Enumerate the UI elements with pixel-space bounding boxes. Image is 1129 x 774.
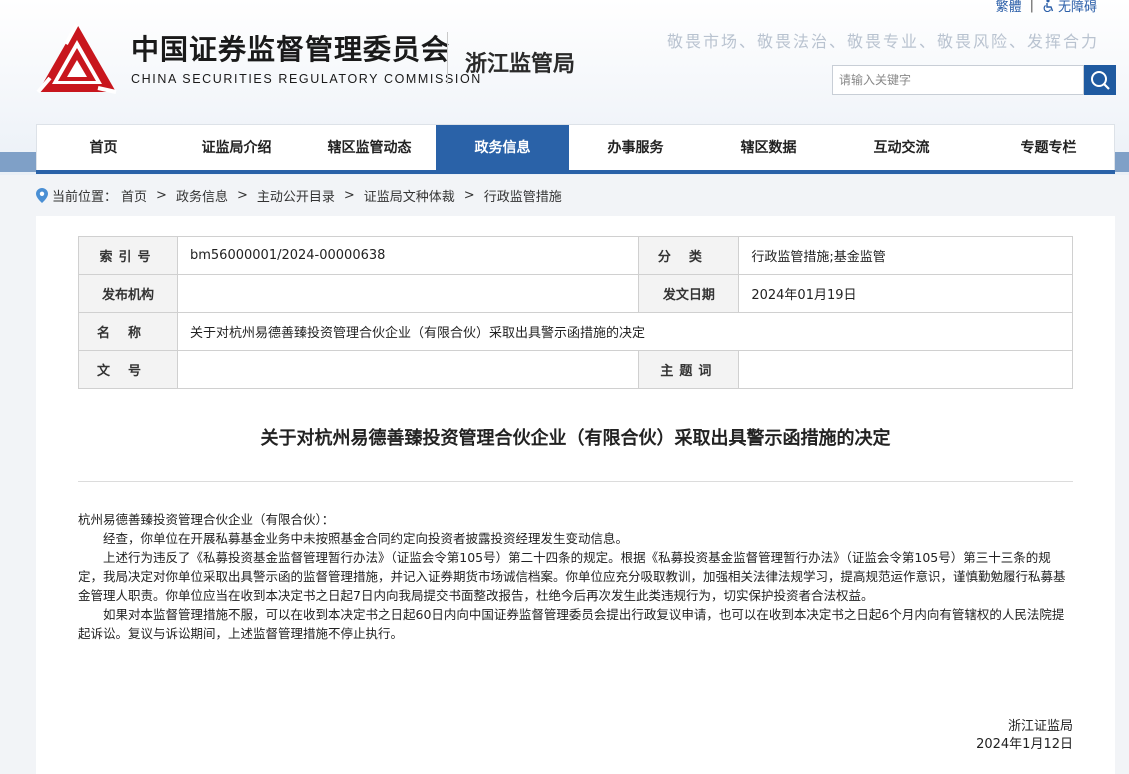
location-pin-icon (36, 188, 48, 203)
index-label: 索引号 (78, 236, 178, 275)
nav-regional-data[interactable]: 辖区数据 (702, 125, 835, 172)
breadcrumb-home[interactable]: 首页 (121, 186, 147, 205)
nav-home[interactable]: 首页 (37, 125, 170, 172)
org-name-cn: 中国证券监督管理委员会 (131, 33, 451, 66)
docno-value (176, 350, 640, 389)
title-divider (78, 481, 1073, 482)
bureau-name: 浙江监管局 (465, 52, 576, 77)
sign-date: 2024年1月12日 (976, 737, 1073, 752)
salutation: 杭州易德善臻投资管理合伙企业（有限合伙）： (78, 512, 335, 527)
table-row: 文号 主题词 (78, 350, 1073, 389)
top-links: 繁體 | 无障碍 (996, 0, 1097, 15)
search-button[interactable] (1084, 65, 1116, 95)
breadcrumb-separator: > (463, 188, 475, 203)
name-label: 名称 (78, 312, 178, 351)
paragraph: 上述行为违反了《私募投资基金监督管理暂行办法》（证监会令第105号）第二十四条的… (78, 550, 1066, 603)
slogan: 敬畏市场、敬畏法治、敬畏专业、敬畏风险、发挥合力 (666, 32, 1099, 51)
date-label: 发文日期 (638, 274, 740, 313)
breadcrumb-document-types[interactable]: 证监局文种体裁 (364, 186, 455, 205)
table-row: 发布机构 发文日期 2024年01月19日 (78, 274, 1073, 313)
document-title: 关于对杭州易德善臻投资管理合伙企业（有限合伙）采取出具警示函措施的决定 (260, 428, 891, 449)
paragraph: 经查，你单位在开展私募基金业务中未按照基金合同约定向投资者披露投资经理发生变动信… (103, 531, 629, 546)
signer: 浙江证监局 (1007, 719, 1073, 734)
keyword-value (738, 350, 1073, 389)
table-row: 名称 关于对杭州易德善臻投资管理合伙企业（有限合伙）采取出具警示函措施的决定 (78, 312, 1073, 351)
main-nav: 首页 证监局介绍 辖区监管动态 政务信息 办事服务 辖区数据 互动交流 专题专栏 (36, 124, 1115, 172)
docno-label: 文号 (78, 350, 178, 389)
document-body: 杭州易德善臻投资管理合伙企业（有限合伙）： 经查，你单位在开展私募基金业务中未按… (78, 510, 1073, 643)
traditional-chinese-link[interactable]: 繁體 (996, 0, 1022, 15)
keyword-label: 主题词 (638, 350, 740, 389)
header-divider (447, 32, 448, 84)
accessibility-label: 无障碍 (1057, 0, 1097, 15)
accessibility-icon (1043, 0, 1054, 12)
signature-block: 浙江证监局 2024年1月12日 (976, 718, 1073, 754)
nav-regulatory-news[interactable]: 辖区监管动态 (303, 125, 436, 172)
category-value: 行政监管措施;基金监管 (738, 236, 1073, 275)
name-value: 关于对杭州易德善臻投资管理合伙企业（有限合伙）采取出具警示函措施的决定 (177, 312, 1073, 351)
nav-interaction[interactable]: 互动交流 (835, 125, 968, 172)
breadcrumb-separator: > (236, 188, 248, 203)
breadcrumb-separator: > (343, 188, 355, 203)
breadcrumb-separator: > (156, 188, 167, 203)
search-icon (1091, 71, 1110, 90)
table-row: 索引号 bm56000001/2024-00000638 分类 行政监管措施;基… (78, 236, 1073, 275)
nav-special-topics[interactable]: 专题专栏 (982, 125, 1115, 172)
nav-underline (36, 170, 1115, 174)
breadcrumb: 当前位置： 首页 > 政务信息 > 主动公开目录 > 证监局文种体裁 > 行政监… (36, 186, 562, 205)
search-input[interactable] (832, 65, 1084, 95)
org-name-en: CHINA SECURITIES REGULATORY COMMISSION (131, 72, 482, 86)
category-label: 分类 (638, 236, 740, 275)
publisher-value (176, 274, 640, 313)
breadcrumb-admin-measures[interactable]: 行政监管措施 (484, 186, 562, 205)
date-value: 2024年01月19日 (738, 274, 1073, 313)
breadcrumb-disclosure-catalog[interactable]: 主动公开目录 (257, 186, 335, 205)
breadcrumb-prefix: 当前位置： (52, 190, 118, 205)
breadcrumb-government-info[interactable]: 政务信息 (176, 186, 228, 205)
nav-government-info[interactable]: 政务信息 (436, 125, 569, 172)
nav-bureau-intro[interactable]: 证监局介绍 (170, 125, 303, 172)
index-value: bm56000001/2024-00000638 (176, 236, 640, 275)
paragraph: 如果对本监督管理措施不服，可以在收到本决定书之日起60日内向中国证券监督管理委员… (78, 607, 1065, 641)
publisher-label: 发布机构 (78, 274, 178, 313)
csrc-logo-icon (36, 23, 117, 94)
accessibility-link[interactable]: 无障碍 (1042, 0, 1097, 15)
top-links-separator: | (1029, 0, 1034, 13)
document-meta-table: 索引号 bm56000001/2024-00000638 分类 行政监管措施;基… (78, 236, 1073, 389)
nav-services[interactable]: 办事服务 (569, 125, 702, 172)
content-panel: 索引号 bm56000001/2024-00000638 分类 行政监管措施;基… (36, 216, 1115, 774)
